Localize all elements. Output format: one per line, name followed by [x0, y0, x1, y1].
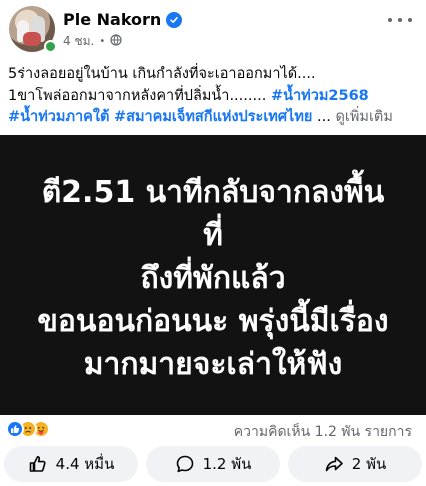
hashtag-link[interactable]: #น้ำท่วมภาคใต้ — [8, 109, 109, 125]
dot — [398, 18, 402, 22]
image-text-line: ที่ — [203, 217, 223, 253]
share-icon — [325, 456, 343, 472]
post-header: Ple Nakorn 4 ชม. • — [0, 0, 426, 58]
post-image[interactable]: ตี2.51 นาทีกลับจากลงพื้น ที่ ถึงที่พักแล… — [0, 135, 426, 415]
post-text-line: 1ขาโพล่ออกมาจากหลังคาที่ปลิ่มน้ำ........… — [8, 86, 418, 108]
dot — [388, 18, 392, 22]
share-button[interactable]: 2 พัน — [288, 446, 422, 482]
see-more-link[interactable]: ดูเพิ่มเติม — [335, 109, 392, 125]
reaction-icons[interactable] — [6, 420, 50, 438]
image-text-line: มากมายจะเล่าให้ฟัง — [83, 346, 343, 382]
comments-count-link[interactable]: ความคิดเห็น 1.2 พัน รายการ — [234, 421, 412, 443]
action-bar: 4.4 หมื่น 1.2 พัน 2 พัน — [0, 446, 426, 484]
post-text-line: #น้ำท่วมภาคใต้ #สมาคมเจ็ทสกีแห่งประเทศไท… — [8, 107, 418, 129]
avatar-figure — [23, 32, 41, 46]
verified-badge-icon — [166, 11, 183, 28]
post-meta: 4 ชม. • — [63, 32, 122, 51]
comment-icon — [176, 455, 193, 473]
post-text-fragment: 1ขาโพล่ออกมาจากหลังคาที่ปลิ่มน้ำ........ — [8, 87, 271, 104]
hashtag-link[interactable]: #น้ำท่วม2568 — [271, 88, 369, 104]
comment-button[interactable]: 1.2 พัน — [146, 446, 280, 482]
post-text-line: 5ร่างลอยอยู่ในบ้าน เกินกำลังที่จะเอาออกม… — [8, 66, 316, 82]
share-count: 2 พัน — [351, 455, 387, 473]
more-options-icon[interactable] — [388, 12, 412, 28]
globe-icon[interactable] — [110, 34, 122, 49]
thumbs-up-icon — [29, 456, 46, 472]
reactions-summary: ความคิดเห็น 1.2 พัน รายการ — [0, 417, 426, 441]
like-reaction-icon — [6, 420, 24, 438]
hashtag-link[interactable]: #สมาคมเจ็ทสกีแห่งประเทศไทย — [114, 109, 312, 125]
like-button[interactable]: 4.4 หมื่น — [4, 446, 138, 482]
image-text-line: ขอนอนก่อนนะ พรุ่งนี้มีเรื่อง — [37, 303, 389, 339]
author-row: Ple Nakorn — [63, 10, 183, 29]
post-time[interactable]: 4 ชม. — [63, 32, 94, 51]
image-text-line: ถึงที่พักแล้ว — [140, 260, 286, 296]
image-text-line: ตี2.51 นาทีกลับจากลงพื้น — [41, 174, 385, 210]
post-text: 5ร่างลอยอยู่ในบ้าน เกินกำลังที่จะเอาออกม… — [8, 64, 418, 129]
author-name[interactable]: Ple Nakorn — [63, 10, 161, 29]
meta-separator: • — [99, 36, 106, 47]
like-count: 4.4 หมื่น — [55, 455, 115, 473]
comment-count: 1.2 พัน — [202, 455, 252, 473]
online-status-indicator — [44, 40, 57, 53]
dot — [408, 18, 412, 22]
ellipsis: ... — [312, 109, 336, 125]
